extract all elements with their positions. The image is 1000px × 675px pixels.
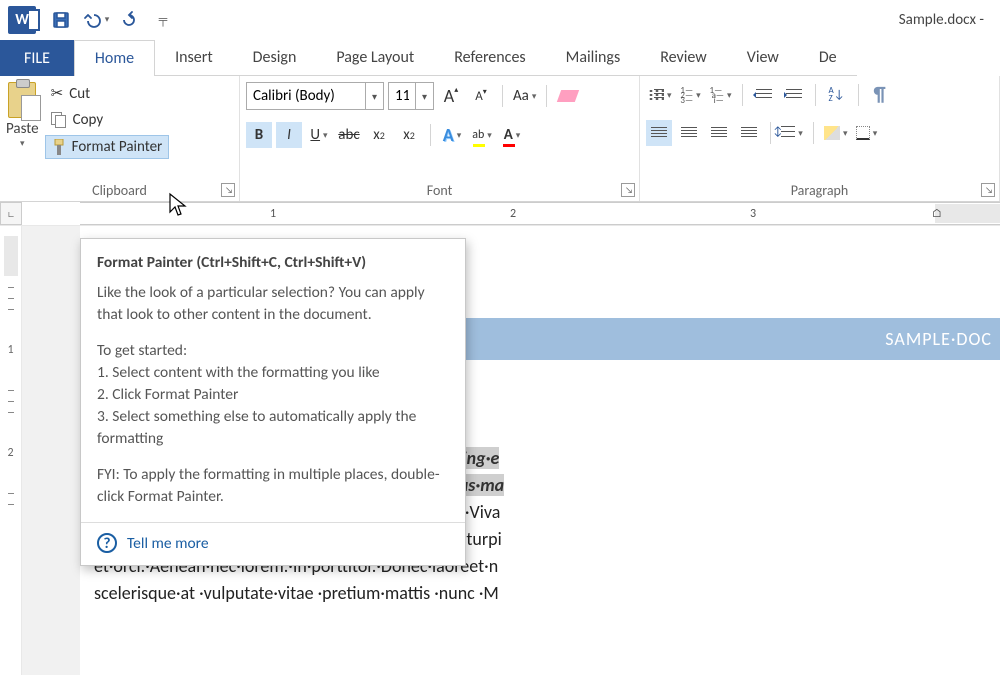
help-icon: ? [97,533,117,553]
copy-button[interactable]: Copy [45,109,170,131]
tell-me-more-label: Tell me more [127,534,209,553]
sort-button[interactable]: AZ↓ [824,82,850,108]
clipboard-group-label: Clipboard [6,178,233,201]
word-logo-icon: W [8,6,36,34]
copy-icon [51,112,67,128]
paste-dropdown-icon[interactable]: ▾ [20,138,25,149]
tooltip-p2: To get started: [97,341,187,360]
tooltip-step1: 1. Select content with the formatting yo… [97,363,380,382]
font-name-input[interactable] [247,87,365,105]
align-justify-button[interactable] [736,120,762,146]
tab-truncated[interactable]: De [799,40,857,76]
copy-label: Copy [73,111,104,129]
tab-home[interactable]: Home [74,40,155,76]
ruler-corner[interactable]: ∟ [0,202,22,225]
ribbon-tabs: FILE Home Insert Design Page Layout Refe… [0,40,1000,76]
tab-insert[interactable]: Insert [155,40,233,76]
numbering-button[interactable]: 1—2—3— [678,82,704,108]
group-paragraph: 1—2—3— 1— a— i— AZ↓ ¶ [640,76,1000,201]
tab-design[interactable]: Design [233,40,317,76]
increase-indent-button[interactable] [781,82,807,108]
font-size-dropdown-icon[interactable]: ▾ [415,83,433,109]
clear-formatting-button[interactable] [555,83,581,109]
show-marks-button[interactable]: ¶ [867,82,893,108]
text-effects-button[interactable]: A [439,122,465,148]
tab-references[interactable]: References [434,40,545,76]
tooltip-step3: 3. Select something else to automaticall… [97,407,416,448]
grow-font-button[interactable]: A▴ [438,83,464,109]
subscript-button[interactable]: x2 [366,122,392,148]
paintbrush-icon [52,139,66,155]
paragraph-launcher[interactable]: ↘ [981,183,995,197]
font-name-combo[interactable]: ▾ [246,82,384,110]
format-painter-label: Format Painter [72,138,163,156]
ruler-num-end: ⌂ [931,207,942,221]
multilevel-list-button[interactable]: 1— a— i— [708,82,734,108]
align-right-button[interactable] [706,120,732,146]
change-case-button[interactable]: Aa [511,83,538,109]
qat-undo-button[interactable]: ▾ [80,5,110,35]
qat-save-button[interactable] [46,5,76,35]
group-clipboard: Paste ▾ ✂ Cut Copy [0,76,240,201]
paragraph-group-label: Paragraph [646,178,993,201]
page-gutter [22,226,80,675]
format-painter-button[interactable]: Format Painter [45,135,170,159]
vertical-ruler[interactable]: 1 2 [0,226,22,675]
tab-review[interactable]: Review [640,40,727,76]
cut-button[interactable]: ✂ Cut [45,82,170,105]
align-center-button[interactable] [676,120,702,146]
underline-button[interactable]: U [306,122,332,148]
paste-button[interactable]: Paste ▾ [6,82,39,149]
cut-label: Cut [69,85,90,103]
vruler-num-2: 2 [7,446,13,460]
ribbon: Paste ▾ ✂ Cut Copy [0,76,1000,202]
group-font: ▾ ▾ A▴ A▾ Aa B I U abc x2 x2 [240,76,640,201]
ruler-row: ∟ 1 2 3 ⌂ [0,202,1000,226]
tooltip-p1: Like the look of a particular selection?… [97,282,449,326]
horizontal-ruler[interactable]: 1 2 3 ⌂ [80,202,1000,225]
qat-redo-button[interactable] [114,5,144,35]
tooltip-step2: 2. Click Format Painter [97,385,238,404]
qat-customize-button[interactable]: ╤ [148,5,178,35]
window-title: Sample.docx - [899,11,984,29]
vruler-num-1: 1 [7,343,13,357]
paste-icon [8,82,36,118]
shading-button[interactable] [822,120,850,146]
clipboard-launcher[interactable]: ↘ [221,183,235,197]
ruler-num-3: 3 [750,207,756,221]
font-launcher[interactable]: ↘ [621,183,635,197]
font-size-combo[interactable]: ▾ [388,82,434,110]
tooltip-p3: FYI: To apply the formatting in multiple… [97,464,449,508]
ruler-num-1: 1 [270,207,276,221]
bullets-button[interactable] [646,82,674,108]
borders-button[interactable] [854,120,880,146]
font-size-input[interactable] [389,87,415,105]
font-color-button[interactable]: A [499,122,525,148]
eraser-icon [557,90,579,102]
scissors-icon: ✂ [51,84,64,103]
tell-me-more-link[interactable]: ? Tell me more [97,533,449,553]
superscript-button[interactable]: x2 [396,122,422,148]
italic-button[interactable]: I [276,122,302,148]
bold-button[interactable]: B [246,122,272,148]
font-group-label: Font [246,178,633,201]
align-left-button[interactable] [646,120,672,146]
line-spacing-button[interactable] [779,120,805,146]
title-bar: W ▾ ╤ Sample.docx - [0,0,1000,40]
ruler-num-2: 2 [510,207,516,221]
strikethrough-button[interactable]: abc [336,122,362,148]
decrease-indent-button[interactable] [751,82,777,108]
shrink-font-button[interactable]: A▾ [468,83,494,109]
font-name-dropdown-icon[interactable]: ▾ [365,83,383,109]
paste-label: Paste [6,120,39,138]
tab-file[interactable]: FILE [0,40,74,76]
highlight-button[interactable]: ab [469,122,495,148]
format-painter-tooltip: Format Painter (Ctrl+Shift+C, Ctrl+Shift… [80,238,466,566]
tooltip-title: Format Painter (Ctrl+Shift+C, Ctrl+Shift… [97,253,449,272]
tab-view[interactable]: View [727,40,799,76]
tab-mailings[interactable]: Mailings [546,40,641,76]
tab-page-layout[interactable]: Page Layout [316,40,434,76]
